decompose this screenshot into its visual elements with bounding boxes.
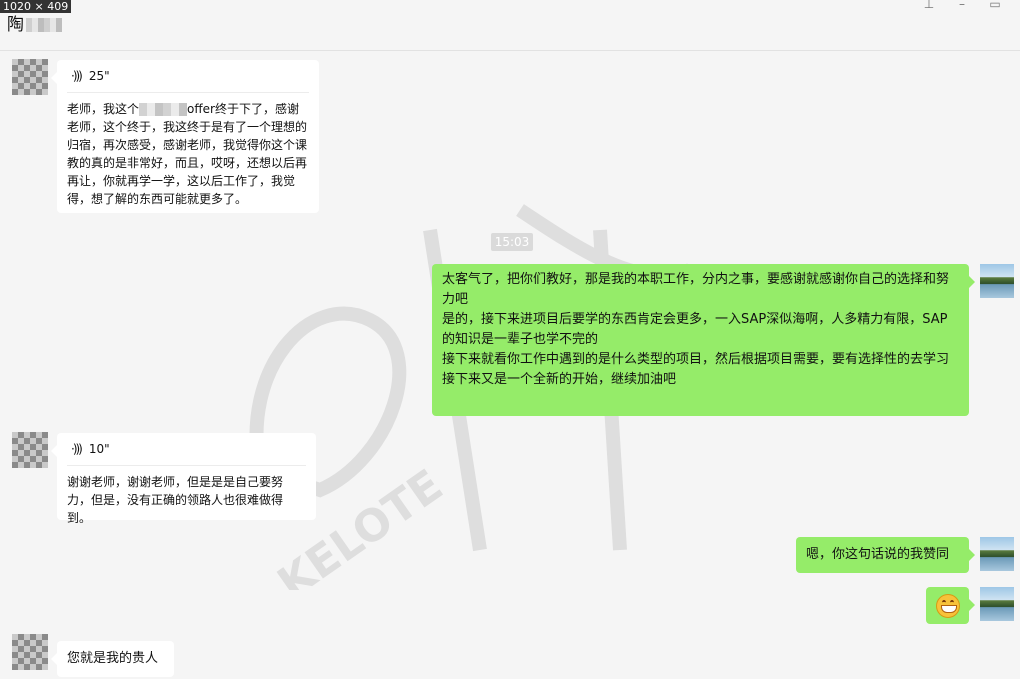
user-avatar[interactable] <box>980 537 1014 571</box>
blurred-name <box>26 18 62 32</box>
chat-title-text: 陶 <box>7 15 24 35</box>
message-line: 接下来又是一个全新的开始，继续加油吧 <box>442 372 677 387</box>
transcript-part-a: 老师，我这个 <box>67 102 140 116</box>
message-line: 太客气了，把你们教好，那是我的本职工作，分内之事，要感谢就感谢你自己的选择和努力… <box>442 272 950 307</box>
contact-avatar[interactable] <box>12 432 48 468</box>
voice-message-bubble[interactable]: ·))) 25" 老师，我这个 offer终于下了，感谢老师，这个终于，我这终于是… <box>51 60 319 214</box>
voice-duration: 25" <box>88 69 110 83</box>
voice-transcript: 老师，我这个 offer终于下了，感谢老师，这个终于，我这终于是有了一个理想的归宿… <box>57 93 319 214</box>
sent-message-bubble[interactable]: 太客气了，把你们教好，那是我的本职工作，分内之事，要感谢就感谢你自己的选择和努力… <box>432 264 975 416</box>
voice-message-bubble[interactable]: ·))) 10" 谢谢老师，谢谢老师，但是是是自己要努力，但是，没有正确的领路人… <box>51 433 316 525</box>
sent-emoji-bubble[interactable] <box>926 587 975 624</box>
chat-title: 陶 <box>7 10 62 35</box>
voice-player[interactable]: ·))) 10" <box>67 433 306 466</box>
contact-avatar[interactable] <box>12 634 48 670</box>
user-avatar[interactable] <box>980 264 1014 298</box>
message-line: 接下来就看你工作中遇到的是什么类型的项目，然后根据项目需要，要有选择性的去学习 <box>442 352 950 367</box>
voice-wave-icon[interactable]: ·))) <box>71 440 83 458</box>
voice-duration: 10" <box>88 442 110 456</box>
message-text: 您就是我的贵人 <box>67 651 159 666</box>
message-line: 是的，接下来进项目后要学的东西肯定会更多，一入SAP深似海啊，人多精力有限，SA… <box>442 312 948 347</box>
voice-player[interactable]: ·))) 25" <box>67 60 309 93</box>
user-avatar[interactable] <box>980 587 1014 621</box>
voice-transcript: 谢谢老师，谢谢老师，但是是是自己要努力，但是，没有正确的领路人也很难做得到。 <box>67 475 284 525</box>
message-timestamp: 15:03 <box>491 233 533 251</box>
sent-message-bubble[interactable]: 嗯，你这句话说的我赞同 <box>796 537 975 573</box>
minimize-icon[interactable]: – <box>955 0 969 11</box>
chat-title-bar: 陶 1020 × 409 ⊥ – ▭ <box>0 0 1020 51</box>
pin-icon[interactable]: ⊥ <box>922 0 936 11</box>
maximize-icon[interactable]: ▭ <box>988 0 1002 11</box>
contact-avatar[interactable] <box>12 59 48 95</box>
dimension-label: 1020 × 409 <box>0 0 72 13</box>
grinning-face-icon <box>936 594 960 618</box>
blurred-company <box>139 103 188 116</box>
transcript-part-b: offer终于下了，感谢老师，这个终于，我这终于是有了一个理想的归宿，再次感受，… <box>67 102 308 206</box>
message-text: 嗯，你这句话说的我赞同 <box>806 547 950 562</box>
received-message-bubble[interactable]: 您就是我的贵人 <box>51 641 174 677</box>
voice-wave-icon[interactable]: ·))) <box>71 67 83 85</box>
